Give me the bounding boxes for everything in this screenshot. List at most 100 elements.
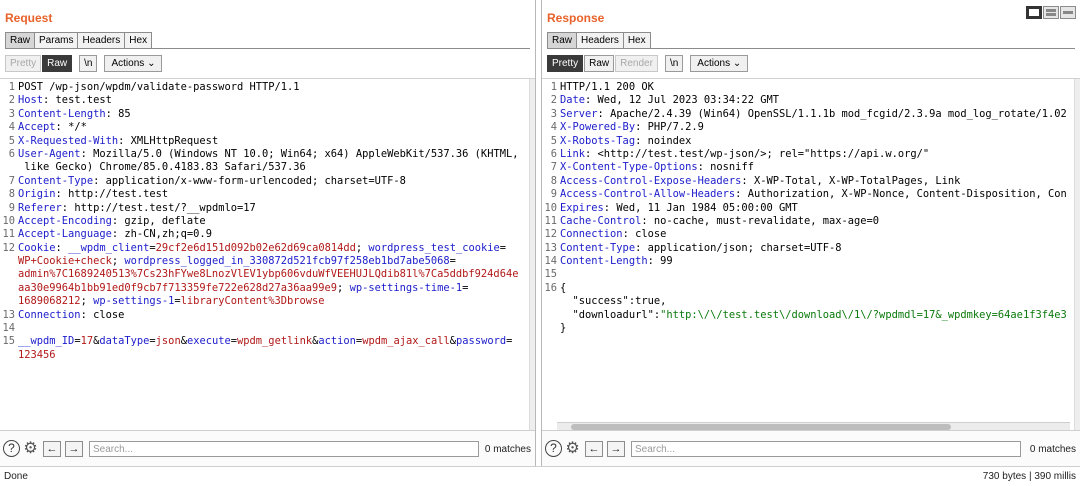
code-line: Server: Apache/2.4.39 (Win64) OpenSSL/1.…	[560, 108, 1070, 121]
header-value: close	[86, 308, 125, 321]
json-close-brace: }	[560, 322, 567, 335]
request-match-count: 0 matches	[484, 444, 531, 455]
header-name: X-Requested-With	[18, 134, 119, 147]
code-line: "downloadurl":"http:\/\/test.test\/downl…	[560, 309, 1070, 322]
line-number	[0, 161, 15, 174]
chevron-down-icon: ⌄	[732, 58, 742, 69]
request-title: Request	[5, 11, 53, 25]
code-line: X-Content-Type-Options: nosniff	[560, 161, 1070, 174]
search-next-button[interactable]: →	[65, 441, 83, 457]
line-number	[0, 282, 15, 295]
request-tabs: Raw Params Headers Hex	[5, 32, 153, 49]
cookie-separator: ;	[80, 295, 94, 308]
code-line: Link: <http://test.test/wp-json/>; rel="…	[560, 148, 1070, 161]
response-tabs-divider	[547, 48, 1075, 49]
request-tab-headers[interactable]: Headers	[77, 32, 126, 49]
layout-side-by-side-icon[interactable]	[1026, 6, 1042, 19]
help-icon[interactable]: ?	[545, 440, 562, 457]
header-name: Connection	[18, 308, 81, 321]
response-raw-button[interactable]: Raw	[584, 55, 615, 72]
response-horizontal-scrollbar[interactable]	[557, 422, 1070, 430]
layout-stacked-icon[interactable]	[1043, 6, 1059, 19]
header-name: Server	[560, 107, 598, 120]
response-tab-raw[interactable]: Raw	[547, 32, 578, 49]
header-value: gzip, deflate	[118, 214, 206, 227]
param-separator: =	[506, 335, 513, 348]
request-vertical-scrollbar[interactable]	[529, 79, 535, 430]
header-value: application/x-www-form-urlencoded; chars…	[99, 174, 406, 187]
layout-single-icon[interactable]	[1060, 6, 1076, 19]
code-line: WP+Cookie+check; wordpress_logged_in_330…	[18, 255, 525, 268]
request-tab-hex[interactable]: Hex	[124, 32, 153, 49]
header-name: Date	[560, 94, 586, 107]
request-tab-params[interactable]: Params	[34, 32, 79, 49]
cookie-value: WP+Cookie+check	[18, 255, 112, 268]
code-line: __wpdm_ID=17&dataType=json&execute=wpdm_…	[18, 335, 525, 348]
code-line: 1689068212; wp-settings-1=libraryContent…	[18, 295, 525, 308]
response-tab-headers[interactable]: Headers	[576, 32, 624, 49]
request-tab-raw[interactable]: Raw	[5, 32, 36, 49]
code-line: {	[560, 282, 1070, 295]
response-tab-hex[interactable]: Hex	[622, 32, 651, 49]
line-number: 12	[2, 241, 15, 254]
search-prev-button[interactable]: ←	[43, 441, 61, 457]
header-name: Content-Length	[560, 255, 648, 268]
header-value: 85	[111, 107, 131, 120]
code-line: Cookie: __wpdm_client=29cf2e6d151d092b02…	[18, 242, 525, 255]
cookie-name: wordpress_test_cookie	[368, 241, 500, 254]
help-icon[interactable]: ?	[3, 440, 20, 457]
param-name: action	[318, 335, 356, 348]
cookie-name: __wpdm_client	[61, 241, 150, 254]
line-number: 6	[8, 147, 15, 160]
gear-icon[interactable]: ⚙	[563, 439, 582, 458]
line-number: 11	[544, 214, 557, 227]
code-line: Accept-Encoding: gzip, deflate	[18, 215, 525, 228]
request-actions-button[interactable]: Actions ⌄	[104, 55, 163, 72]
line-number: 5	[8, 134, 15, 147]
code-line: admin%7C1689240513%7Cs23hFYwe8LnozVlEV1y…	[18, 268, 525, 281]
line-number: 1	[8, 81, 15, 93]
line-number: 13	[2, 308, 15, 321]
response-pretty-button[interactable]: Pretty	[547, 55, 584, 72]
response-render-button[interactable]: Render	[615, 55, 658, 72]
cookie-separator: ;	[355, 241, 369, 254]
code-line: X-Robots-Tag: noindex	[560, 135, 1070, 148]
header-name: Access-Control-Expose-Headers	[560, 174, 742, 187]
code-line: Date: Wed, 12 Jul 2023 03:34:22 GMT	[560, 94, 1070, 107]
response-actions-button[interactable]: Actions ⌄	[690, 55, 749, 72]
response-search-input[interactable]	[631, 441, 1021, 457]
header-name: Expires	[560, 201, 604, 214]
header-name: Content-Type	[18, 174, 94, 187]
header-value: Mozilla/5.0 (Windows NT 10.0; Win64; x64…	[86, 147, 519, 160]
search-prev-button[interactable]: ←	[585, 441, 603, 457]
response-title: Response	[547, 11, 605, 25]
line-number: 1	[550, 81, 557, 93]
request-search-input[interactable]	[89, 441, 479, 457]
response-code: HTTP/1.1 200 OK Date: Wed, 12 Jul 2023 03…	[560, 81, 1070, 335]
request-raw-button[interactable]: Raw	[42, 55, 73, 72]
code-line: X-Powered-By: PHP/7.2.9	[560, 121, 1070, 134]
request-newline-button[interactable]: \n	[79, 55, 98, 72]
request-pane: Request Raw Params Headers Hex Pretty Ra…	[0, 0, 536, 466]
code-line: User-Agent: Mozilla/5.0 (Windows NT 10.0…	[18, 148, 525, 161]
response-line-numbers: 1 2 3 4 5 6 7 8 9 10 11 12 13 14 15 16	[542, 81, 557, 335]
header-value: like Gecko) Chrome/85.0.4183.83 Safari/5…	[18, 161, 306, 174]
code-line: Content-Type: application/json; charset=…	[560, 242, 1070, 255]
header-name: Origin	[18, 188, 56, 201]
cookie-separator: ;	[111, 255, 125, 268]
line-number: 15	[544, 268, 557, 281]
cookie-value: 1689068212	[18, 295, 81, 308]
param-name: __wpdm_ID	[18, 335, 75, 348]
header-value: 99	[653, 255, 673, 268]
request-pretty-button[interactable]: Pretty	[5, 55, 42, 72]
line-number: 7	[8, 174, 15, 187]
request-line-numbers: 1 2 3 4 5 6 7 8 9 10 11 12 13 14 15	[0, 81, 15, 362]
search-next-button[interactable]: →	[607, 441, 625, 457]
request-editor[interactable]: 1 2 3 4 5 6 7 8 9 10 11 12 13 14 15 POST /wp-json/wpdm…	[0, 79, 529, 430]
gear-icon[interactable]: ⚙	[21, 439, 40, 458]
response-newline-button[interactable]: \n	[664, 55, 684, 72]
header-value: X-WP-Total, X-WP-TotalPages, Link	[747, 174, 961, 187]
response-editor[interactable]: 1 2 3 4 5 6 7 8 9 10 11 12 13 14 15 16 HTTP/1.1 200 OK D…	[542, 79, 1074, 430]
response-vertical-scrollbar[interactable]	[1074, 79, 1080, 430]
cookie-value: 29cf2e6d151d092b02e62d69ca0814dd	[155, 241, 356, 254]
